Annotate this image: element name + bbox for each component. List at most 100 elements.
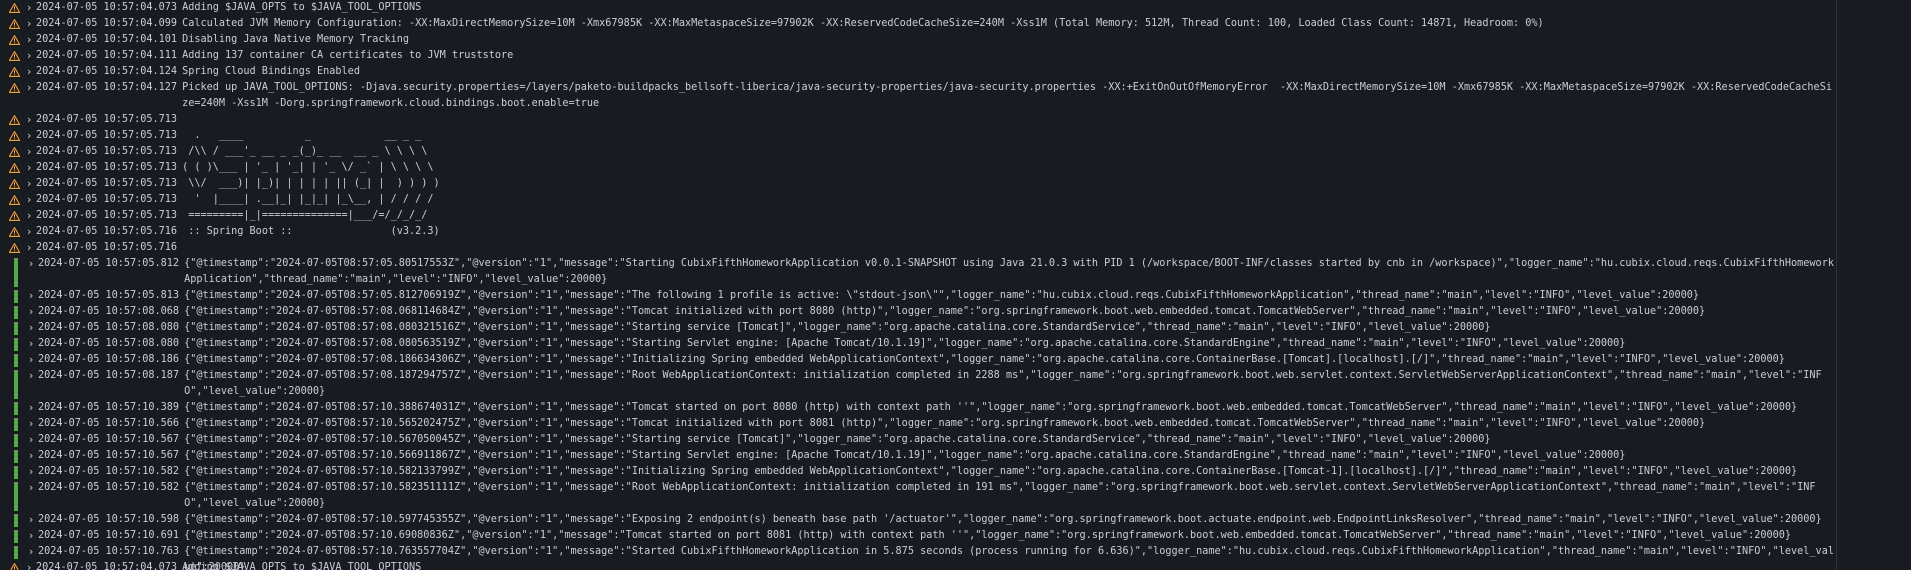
log-row[interactable]: › 2024-07-05 10:57:05.716 :: Spring Boot… — [0, 224, 1836, 240]
chevron-right-icon[interactable]: › — [24, 544, 38, 560]
log-row[interactable]: › 2024-07-05 10:57:10.389 {"@timestamp":… — [0, 400, 1836, 416]
log-row[interactable]: › 2024-07-05 10:57:04.099 Calculated JVM… — [0, 16, 1836, 32]
chevron-right-icon[interactable]: › — [22, 64, 36, 80]
log-message: Adding $JAVA_OPTS to $JAVA_TOOL_OPTIONS — [182, 2, 422, 13]
log-level-indicator — [14, 322, 18, 335]
chevron-right-icon[interactable]: › — [22, 560, 36, 570]
chevron-right-icon[interactable]: › — [22, 160, 36, 176]
log-row[interactable]: › 2024-07-05 10:57:05.713 =========|_|==… — [0, 208, 1836, 224]
log-message: {"@timestamp":"2024-07-05T08:57:10.59774… — [184, 514, 1822, 525]
chevron-right-icon[interactable]: › — [22, 144, 36, 160]
log-row[interactable]: › 2024-07-05 10:57:10.567 {"@timestamp":… — [0, 432, 1836, 448]
log-row[interactable]: › 2024-07-05 10:57:10.582 {"@timestamp":… — [0, 480, 1836, 512]
log-row[interactable]: › 2024-07-05 10:57:04.111 Adding 137 con… — [0, 48, 1836, 64]
warning-icon — [8, 144, 20, 160]
log-row[interactable]: › 2024-07-05 10:57:05.713 /\\ / ___'_ __… — [0, 144, 1836, 160]
chevron-right-icon[interactable]: › — [22, 80, 36, 96]
chevron-right-icon[interactable]: › — [24, 352, 38, 368]
log-row[interactable]: › 2024-07-05 10:57:10.598 {"@timestamp":… — [0, 512, 1836, 528]
log-timestamp: 2024-07-05 10:57:10.567 — [38, 434, 180, 445]
chevron-right-icon[interactable]: › — [22, 224, 36, 240]
log-timestamp: 2024-07-05 10:57:10.691 — [38, 530, 180, 541]
warning-icon — [8, 64, 20, 80]
log-timestamp: 2024-07-05 10:57:05.713 — [36, 178, 178, 189]
log-lines: › 2024-07-05 10:57:04.073 Adding $JAVA_O… — [0, 0, 1836, 570]
chevron-right-icon[interactable]: › — [22, 0, 36, 16]
log-row[interactable]: › 2024-07-05 10:57:08.186 {"@timestamp":… — [0, 352, 1836, 368]
log-row[interactable]: › 2024-07-05 10:57:10.566 {"@timestamp":… — [0, 416, 1836, 432]
chevron-right-icon[interactable]: › — [22, 48, 36, 64]
log-row[interactable]: › 2024-07-05 10:57:08.187 {"@timestamp":… — [0, 368, 1836, 400]
warning-icon — [8, 0, 20, 16]
log-timestamp: 2024-07-05 10:57:04.073 — [36, 562, 178, 570]
chevron-right-icon[interactable]: › — [24, 400, 38, 416]
warning-icon — [8, 48, 20, 64]
chevron-right-icon[interactable]: › — [22, 16, 36, 32]
warning-icon — [8, 560, 20, 570]
log-level-indicator — [14, 514, 18, 527]
log-row[interactable]: › 2024-07-05 10:57:04.101 Disabling Java… — [0, 32, 1836, 48]
log-message: {"@timestamp":"2024-07-05T08:57:10.56691… — [184, 450, 1626, 461]
log-row[interactable]: › 2024-07-05 10:57:10.691 {"@timestamp":… — [0, 528, 1836, 544]
log-level-indicator — [14, 338, 18, 351]
chevron-right-icon[interactable]: › — [22, 32, 36, 48]
log-message: {"@timestamp":"2024-07-05T08:57:05.81270… — [184, 290, 1700, 301]
log-level-indicator — [14, 482, 18, 511]
log-row[interactable]: › 2024-07-05 10:57:10.763 {"@timestamp":… — [0, 544, 1836, 570]
log-level-indicator — [14, 290, 18, 303]
log-timestamp: 2024-07-05 10:57:04.099 — [36, 18, 178, 29]
log-row[interactable]: › 2024-07-05 10:57:04.127 Picked up JAVA… — [0, 80, 1836, 112]
log-level-indicator — [14, 258, 18, 287]
chevron-right-icon[interactable]: › — [24, 304, 38, 320]
log-row[interactable]: › 2024-07-05 10:57:05.813 {"@timestamp":… — [0, 288, 1836, 304]
log-row[interactable]: › 2024-07-05 10:57:05.713 — [0, 112, 1836, 128]
log-row[interactable]: › 2024-07-05 10:57:08.080 {"@timestamp":… — [0, 336, 1836, 352]
chevron-right-icon[interactable]: › — [22, 176, 36, 192]
log-row[interactable]: › 2024-07-05 10:57:05.713 ' |____| .__|_… — [0, 192, 1836, 208]
log-timestamp: 2024-07-05 10:57:05.713 — [36, 146, 178, 157]
log-timestamp: 2024-07-05 10:57:05.713 — [36, 210, 178, 221]
chevron-right-icon[interactable]: › — [24, 416, 38, 432]
log-message: {"@timestamp":"2024-07-05T08:57:08.06811… — [184, 306, 1706, 317]
chevron-right-icon[interactable]: › — [22, 192, 36, 208]
log-row[interactable]: › 2024-07-05 10:57:05.812 {"@timestamp":… — [0, 256, 1836, 288]
log-row[interactable]: › 2024-07-05 10:57:10.582 {"@timestamp":… — [0, 464, 1836, 480]
chevron-right-icon[interactable]: › — [24, 528, 38, 544]
log-message: {"@timestamp":"2024-07-05T08:57:08.18663… — [184, 354, 1785, 365]
log-row[interactable]: › 2024-07-05 10:57:04.073 Adding $JAVA_O… — [0, 560, 1836, 570]
log-message: {"@timestamp":"2024-07-05T08:57:10.56705… — [184, 434, 1491, 445]
chevron-right-icon[interactable]: › — [22, 128, 36, 144]
chevron-right-icon[interactable]: › — [22, 112, 36, 128]
chevron-right-icon[interactable]: › — [24, 512, 38, 528]
log-timestamp: 2024-07-05 10:57:08.080 — [38, 322, 180, 333]
chevron-right-icon[interactable]: › — [24, 448, 38, 464]
chevron-right-icon[interactable]: › — [22, 208, 36, 224]
log-timestamp: 2024-07-05 10:57:05.713 — [36, 162, 178, 173]
log-row[interactable]: › 2024-07-05 10:57:04.124 Spring Cloud B… — [0, 64, 1836, 80]
log-message: Disabling Java Native Memory Tracking — [182, 34, 410, 45]
log-row[interactable]: › 2024-07-05 10:57:08.080 {"@timestamp":… — [0, 320, 1836, 336]
log-row[interactable]: › 2024-07-05 10:57:10.567 {"@timestamp":… — [0, 448, 1836, 464]
chevron-right-icon[interactable]: › — [24, 288, 38, 304]
log-row[interactable]: › 2024-07-05 10:57:05.716 — [0, 240, 1836, 256]
chevron-right-icon[interactable]: › — [24, 432, 38, 448]
log-timestamp: 2024-07-05 10:57:10.582 — [38, 482, 180, 493]
log-level-indicator — [14, 354, 18, 367]
log-message: {"@timestamp":"2024-07-05T08:57:08.08056… — [184, 338, 1626, 349]
log-row[interactable]: › 2024-07-05 10:57:04.073 Adding $JAVA_O… — [0, 0, 1836, 16]
chevron-right-icon[interactable]: › — [24, 336, 38, 352]
chevron-right-icon[interactable]: › — [24, 464, 38, 480]
chevron-right-icon[interactable]: › — [24, 480, 38, 496]
chevron-right-icon[interactable]: › — [24, 368, 38, 384]
log-level-indicator — [14, 546, 18, 559]
log-row[interactable]: › 2024-07-05 10:57:08.068 {"@timestamp":… — [0, 304, 1836, 320]
log-message: {"@timestamp":"2024-07-05T08:57:10.58213… — [184, 466, 1798, 477]
log-row[interactable]: › 2024-07-05 10:57:05.713 . ____ _ __ _ … — [0, 128, 1836, 144]
log-message: {"@timestamp":"2024-07-05T08:57:10.69080… — [184, 530, 1792, 541]
log-row[interactable]: › 2024-07-05 10:57:05.713 ( ( )\___ | '_… — [0, 160, 1836, 176]
scrollbar-track[interactable] — [1842, 0, 1911, 570]
chevron-right-icon[interactable]: › — [24, 320, 38, 336]
log-row[interactable]: › 2024-07-05 10:57:05.713 \\/ ___)| |_)|… — [0, 176, 1836, 192]
chevron-right-icon[interactable]: › — [22, 240, 36, 256]
chevron-right-icon[interactable]: › — [24, 256, 38, 272]
